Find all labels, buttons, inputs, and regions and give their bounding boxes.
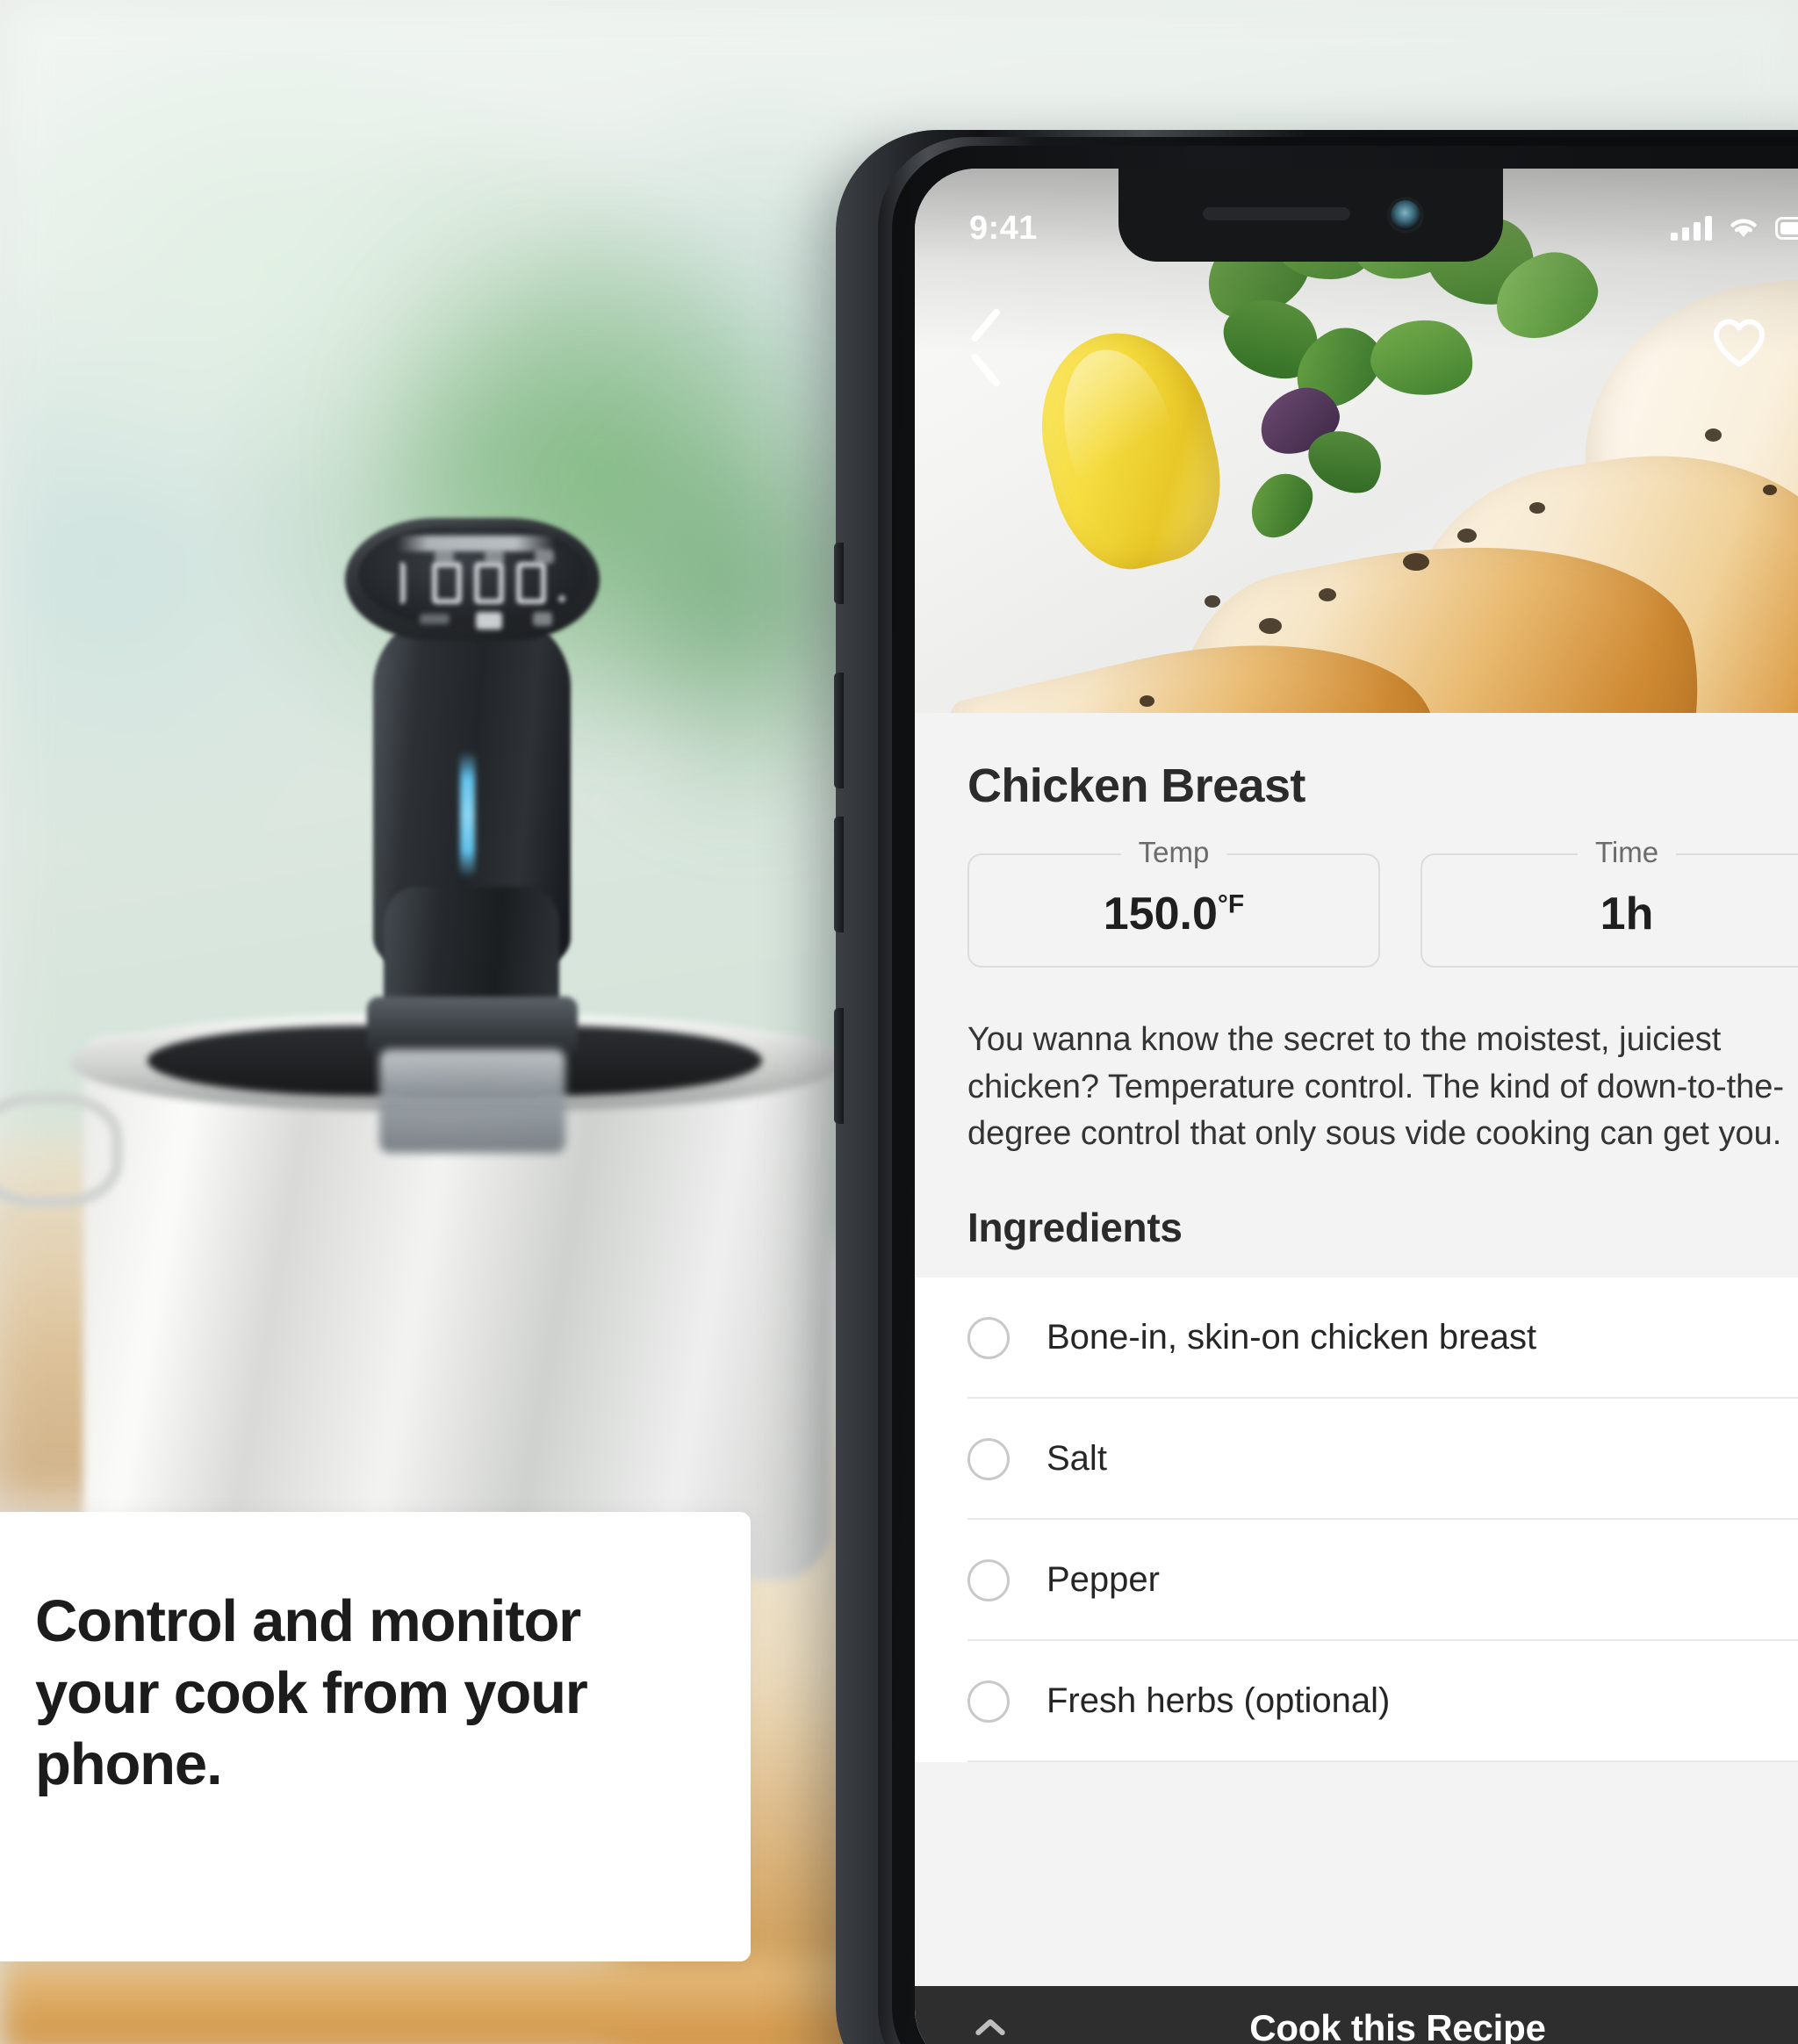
sous-vide-unit-toggle (420, 614, 450, 624)
chevron-left-icon[interactable] (969, 316, 1004, 379)
ingredient-checkbox-icon[interactable] (967, 1316, 1010, 1359)
ingredient-label: Bone-in, skin-on chicken breast (1046, 1318, 1537, 1357)
cook-recipe-bar[interactable]: Cook this Recipe (915, 1986, 1798, 2044)
temp-stat-unit: °F (1217, 889, 1245, 919)
sous-vide-start-button (476, 612, 502, 630)
marketing-headline-card: Control and monitor your cook from your … (0, 1512, 751, 1961)
temp-stat-value: 150.0°F (1103, 889, 1245, 939)
sous-vide-button-2 (485, 550, 504, 564)
recipe-description: You wanna know the secret to the moistes… (967, 1021, 1785, 1153)
ingredient-checkbox-icon[interactable] (967, 1680, 1010, 1723)
ingredient-label: Pepper (1046, 1560, 1160, 1600)
phone-mockup: 9:41 Chicken Breast Temp 150.0°F Time 1h… (834, 123, 1798, 2044)
time-stat-card[interactable]: Time 1h (1420, 836, 1798, 968)
chevron-up-icon[interactable] (975, 2019, 1004, 2037)
time-stat-value: 1h (1600, 889, 1654, 939)
ingredients-heading: Ingredients (967, 1204, 1183, 1250)
temp-stat-label: Temp (1120, 836, 1227, 869)
wood-surface-front (0, 1958, 878, 2044)
phone-power-button (834, 1008, 844, 1124)
recipe-title: Chicken Breast (967, 759, 1305, 812)
hero-nav-overlay (915, 169, 1798, 713)
recipe-content: Chicken Breast Temp 150.0°F Time 1h You … (915, 713, 1798, 2044)
phone-volume-up-button (834, 673, 844, 788)
sous-vide-brand-mark (397, 536, 555, 551)
marketing-headline: Control and monitor your cook from your … (35, 1588, 588, 1798)
ingredient-row[interactable]: Fresh herbs (optional) (915, 1641, 1798, 1762)
ingredient-label: Salt (1046, 1439, 1107, 1479)
stock-pot-handle (0, 1093, 123, 1207)
sous-vide-skirt (379, 1049, 565, 1153)
ingredient-row[interactable]: Bone-in, skin-on chicken breast (915, 1278, 1798, 1399)
time-stat-label: Time (1577, 836, 1677, 869)
cook-recipe-label: Cook this Recipe (1249, 2007, 1546, 2044)
temp-stat-card[interactable]: Temp 150.0°F (967, 836, 1380, 968)
phone-screen: 9:41 Chicken Breast Temp 150.0°F Time 1h… (915, 169, 1798, 2044)
heart-outline-icon[interactable] (1712, 318, 1766, 369)
ingredient-label: Fresh herbs (optional) (1046, 1681, 1391, 1721)
ingredient-row[interactable]: Pepper (915, 1520, 1798, 1641)
sous-vide-led-indicator (460, 751, 475, 878)
ingredients-list: Bone-in, skin-on chicken breast Salt Pep… (915, 1277, 1798, 1762)
phone-volume-down-button (834, 817, 844, 932)
recipe-stats: Temp 150.0°F Time 1h (915, 813, 1798, 968)
sous-vide-button-1 (435, 550, 454, 564)
sous-vide-temperature-display (397, 562, 565, 604)
sous-vide-button-3 (535, 550, 554, 564)
sous-vide-button-5 (533, 612, 552, 626)
ingredient-checkbox-icon[interactable] (967, 1558, 1010, 1601)
ingredient-checkbox-icon[interactable] (967, 1437, 1010, 1480)
phone-mute-switch (834, 543, 844, 604)
ingredient-row[interactable]: Salt (915, 1399, 1798, 1520)
